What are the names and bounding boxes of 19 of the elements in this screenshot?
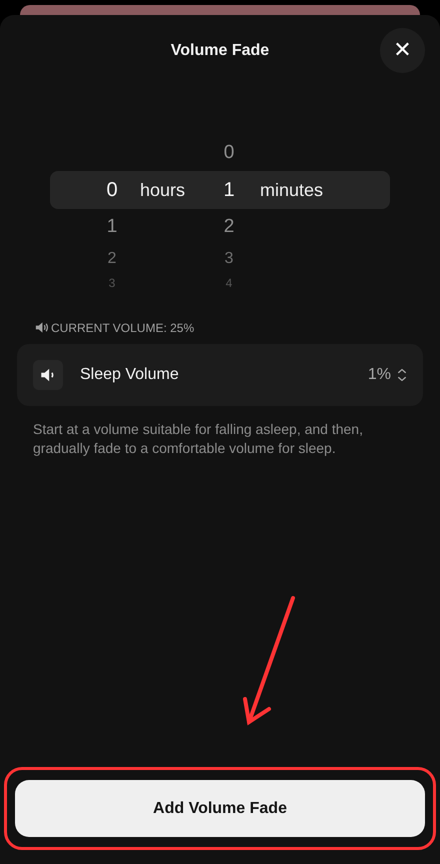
speaker-icon: [34, 320, 49, 335]
description-text: Start at a volume suitable for falling asleep, and then, gradually fade to a comfortable volume for sleep.: [33, 420, 364, 458]
picker-value[interactable]: 2: [209, 216, 249, 238]
sheet-title: Volume Fade: [170, 42, 270, 60]
stepper-icon: [397, 368, 407, 382]
current-volume-label: CURRENT VOLUME: 25%: [51, 320, 194, 334]
add-volume-fade-button[interactable]: Add Volume Fade: [15, 780, 425, 837]
close-button[interactable]: ✕: [380, 28, 425, 73]
picker-value[interactable]: 2: [92, 250, 132, 268]
sleep-volume-value: 1%: [368, 366, 391, 384]
picker-value[interactable]: 1: [92, 216, 132, 238]
picker-unit-label: hours: [140, 180, 186, 200]
picker-value[interactable]: 1: [209, 178, 249, 202]
sleep-volume-row[interactable]: Sleep Volume 1%: [17, 344, 423, 406]
picker-value[interactable]: 3: [209, 250, 249, 268]
sleep-volume-label: Sleep Volume: [80, 366, 180, 384]
picker-unit-label: minutes: [260, 180, 324, 200]
picker-value[interactable]: 0: [92, 178, 132, 202]
picker-value[interactable]: 0: [209, 142, 249, 164]
